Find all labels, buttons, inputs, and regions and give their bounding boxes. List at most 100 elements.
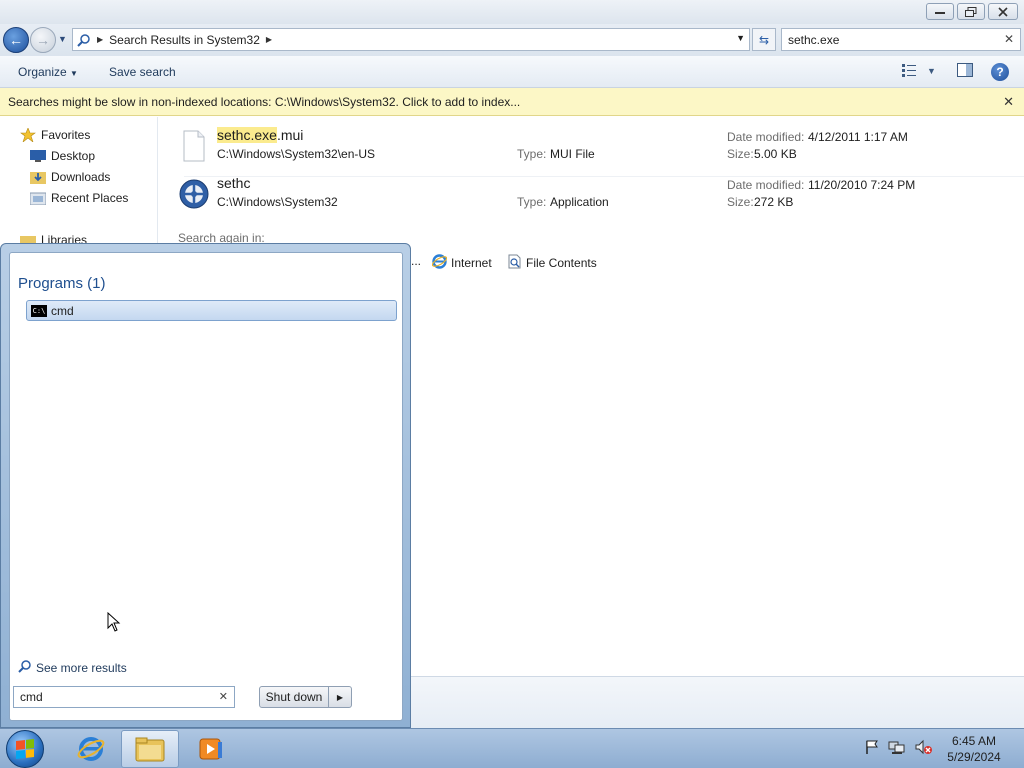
clear-search-icon[interactable]: ✕	[1004, 32, 1014, 46]
start-search-box[interactable]: cmd ✕	[13, 686, 235, 708]
action-center-flag-icon[interactable]	[864, 739, 880, 758]
nav-item-desktop[interactable]: Desktop	[30, 149, 95, 163]
start-menu-results-panel: Programs (1) C:\ cmd See more results	[9, 252, 403, 721]
date-modified-value: 4/12/2011 1:17 AM	[808, 130, 908, 144]
nav-item-recent-places[interactable]: Recent Places	[29, 191, 128, 206]
type-label: Type:	[517, 195, 547, 209]
size-value: 5.00 KB	[754, 147, 797, 161]
command-bar: Organize ▼ Save search ▼	[0, 56, 1024, 88]
internet-label: Internet	[451, 256, 492, 270]
shutdown-button[interactable]: Shut down	[259, 686, 329, 708]
star-icon	[20, 127, 36, 143]
filename-rest: sethc	[217, 175, 251, 191]
desktop-icon	[30, 149, 46, 163]
close-icon	[998, 6, 1008, 17]
recent-pages-dropdown[interactable]: ▼	[58, 34, 67, 44]
size-value: 272 KB	[754, 195, 794, 209]
folder-icon	[135, 737, 165, 762]
type-value: Application	[550, 195, 609, 209]
taskbar-media-player[interactable]	[182, 730, 240, 768]
network-icon[interactable]	[888, 739, 906, 758]
type-label: Type:	[517, 147, 547, 161]
close-infobar-icon[interactable]: ✕	[1003, 94, 1014, 110]
date-modified-value: 11/20/2010 7:24 PM	[808, 178, 916, 192]
volume-muted-icon[interactable]	[914, 739, 932, 758]
help-icon[interactable]: ?	[991, 63, 1009, 81]
start-search-input[interactable]: cmd	[20, 690, 43, 704]
programs-group-header[interactable]: Programs (1)	[18, 275, 106, 292]
address-dropdown-icon[interactable]: ▼	[736, 33, 745, 43]
windows-logo-icon	[16, 739, 34, 759]
see-more-results-link[interactable]: See more results	[18, 659, 127, 676]
favorites-header[interactable]: Favorites	[20, 127, 91, 143]
start-menu: Programs (1) C:\ cmd See more results cm…	[0, 243, 411, 728]
shutdown-options-button[interactable]: ▶	[328, 686, 352, 708]
navigation-row: ← → ▼ ▶ Search Results in System32 ▶ ▼ ⇆…	[0, 24, 1024, 56]
index-warning-text[interactable]: Searches might be slow in non-indexed lo…	[8, 95, 520, 109]
chevron-right-icon: ▶	[336, 692, 344, 702]
command-prompt-icon: C:\	[31, 304, 47, 317]
internet-explorer-icon	[77, 737, 105, 761]
minimize-button[interactable]	[926, 3, 954, 20]
cmd-result-label: cmd	[51, 303, 74, 318]
refresh-button[interactable]: ⇆	[752, 28, 776, 51]
taskbar: 6:45 AM 5/29/2024	[0, 728, 1024, 768]
search-again-more[interactable]: ...	[411, 254, 421, 268]
search-input[interactable]: sethc.exe	[788, 33, 839, 47]
see-more-results-label: See more results	[36, 660, 127, 675]
search-again-internet[interactable]: Internet	[431, 254, 492, 272]
taskbar-windows-explorer[interactable]	[121, 730, 179, 768]
nav-item-downloads[interactable]: Downloads	[30, 170, 110, 184]
change-view-icon[interactable]	[902, 63, 916, 80]
date-modified-label: Date modified:	[727, 178, 805, 192]
cmd-program-result[interactable]: C:\ cmd	[26, 300, 397, 321]
breadcrumb-separator-end[interactable]: ▶	[266, 35, 272, 44]
result-filename[interactable]: sethc	[217, 175, 250, 191]
view-options-dropdown-icon[interactable]: ▼	[927, 66, 936, 76]
result-row[interactable]: sethc C:\Windows\System32 Type: Applicat…	[172, 171, 1022, 219]
internet-explorer-icon	[431, 254, 448, 272]
file-contents-label: File Contents	[526, 256, 597, 270]
result-path: C:\Windows\System32	[217, 195, 338, 209]
clock-date: 5/29/2024	[947, 750, 1001, 764]
recent-places-icon	[29, 191, 47, 206]
size-label: Size:	[727, 147, 754, 161]
breadcrumb-separator[interactable]: ▶	[97, 35, 103, 44]
minimize-icon	[935, 11, 945, 14]
search-icon	[18, 659, 32, 676]
save-search-button[interactable]: Save search	[109, 65, 176, 79]
result-path: C:\Windows\System32\en-US	[217, 147, 376, 161]
breadcrumb-search-results[interactable]: Search Results in System32	[109, 33, 260, 47]
filename-highlight: sethc.exe	[217, 127, 277, 143]
clock[interactable]: 6:45 AM 5/29/2024	[932, 733, 1016, 765]
clear-search-icon[interactable]: ✕	[219, 690, 228, 703]
file-contents-icon	[507, 254, 522, 272]
media-player-icon	[199, 738, 222, 760]
nav-item-desktop-label: Desktop	[51, 149, 96, 163]
date-modified-label: Date modified:	[727, 130, 805, 144]
chevron-down-icon: ▼	[70, 69, 78, 78]
system-tray	[864, 739, 932, 758]
mouse-cursor-icon	[107, 611, 121, 635]
restore-button[interactable]	[957, 3, 985, 20]
taskbar-internet-explorer[interactable]	[62, 730, 120, 768]
favorites-label: Favorites	[41, 128, 91, 142]
close-window-button[interactable]	[988, 3, 1018, 20]
search-box[interactable]: sethc.exe ✕	[781, 28, 1021, 51]
forward-arrow-icon: →	[36, 32, 50, 48]
type-value: MUI File	[550, 147, 595, 161]
result-row[interactable]: sethc.exe.mui C:\Windows\System32\en-US …	[172, 123, 1024, 177]
downloads-folder-icon	[30, 170, 46, 184]
preview-pane-icon[interactable]	[957, 63, 973, 80]
start-button[interactable]	[6, 730, 44, 768]
back-button[interactable]: ←	[3, 27, 29, 53]
address-bar[interactable]: ▶ Search Results in System32 ▶ ▼	[72, 28, 750, 51]
forward-button[interactable]: →	[30, 27, 56, 53]
filename-rest: .mui	[276, 127, 304, 143]
mui-file-icon	[178, 129, 208, 163]
search-again-file-contents[interactable]: File Contents	[507, 254, 597, 272]
organize-button[interactable]: Organize ▼	[18, 65, 78, 79]
result-filename[interactable]: sethc.exe.mui	[217, 127, 303, 143]
index-warning-bar[interactable]: Searches might be slow in non-indexed lo…	[0, 88, 1024, 116]
title-bar	[0, 0, 1024, 24]
